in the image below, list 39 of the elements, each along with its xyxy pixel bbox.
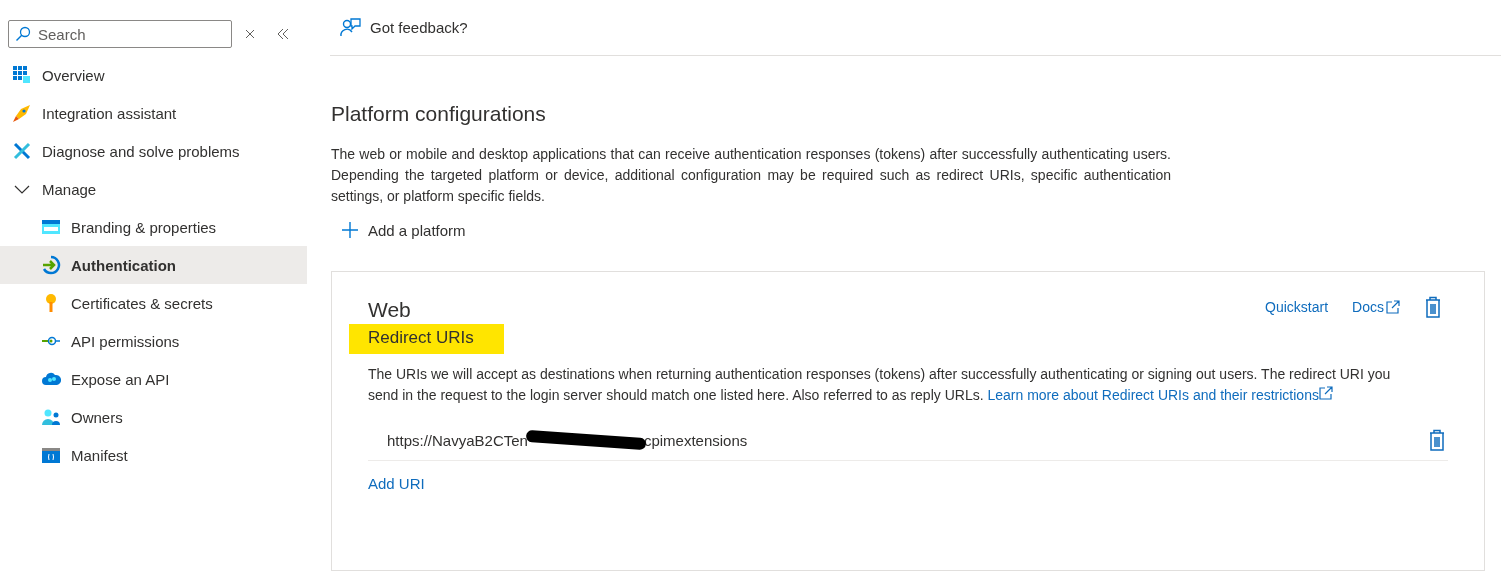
double-chevron-icon xyxy=(276,28,291,40)
grid-icon xyxy=(12,65,32,85)
section-heading: Redirect URIs xyxy=(349,324,504,354)
nav-item[interactable]: Authentication xyxy=(0,246,307,284)
rocket-icon xyxy=(12,103,32,123)
card-title: Web xyxy=(368,298,411,322)
nav-item[interactable]: Expose an API xyxy=(0,360,307,398)
nav-group[interactable]: Manage xyxy=(0,170,307,208)
page-title: Platform configurations xyxy=(331,102,547,126)
search-icon xyxy=(15,26,31,42)
external-link-icon xyxy=(1386,300,1400,314)
trash-icon xyxy=(1428,429,1446,451)
docs-link[interactable]: Docs xyxy=(1352,299,1400,315)
close-icon xyxy=(243,28,256,40)
nav-item[interactable]: Certificates & secrets xyxy=(0,284,307,322)
learn-more-link[interactable]: Learn more about Redirect URIs and their restrictions xyxy=(987,387,1333,403)
quickstart-link[interactable]: Quickstart xyxy=(1265,299,1329,315)
manifest-icon xyxy=(41,445,61,465)
uri-text: https://NavyaB2CTen cpimextensions xyxy=(387,431,748,449)
nav-item[interactable]: Manifest xyxy=(0,436,307,474)
add-uri-link[interactable]: Add URI xyxy=(368,475,425,492)
description-text: The web or mobile and desktop applications that can receive authentication responses (tokens) after successfully authenticating users. Depending the targeted platform or device, additional configuration may be required such as redirect URIs, specific authentication settings, or platform specific fields. xyxy=(331,145,1171,206)
add-platform-button[interactable]: Add a platform xyxy=(341,221,466,239)
people-icon xyxy=(41,407,61,427)
nav-item[interactable]: Branding & properties xyxy=(0,208,307,246)
feedback-button[interactable]: Got feedback? xyxy=(339,16,468,39)
nav-item[interactable]: Owners xyxy=(0,398,307,436)
trash-icon xyxy=(1424,296,1442,318)
section-text: The URIs we will accept as destinations when returning authentication responses (tokens) after successfully authenticating or signing out users. The redirect URI you send in the request to the login server should match one listed here. Also referred to as reply URLs. Learn more about Redirect URIs and their restrictions xyxy=(368,365,1392,405)
nav-item[interactable]: API permissions xyxy=(0,322,307,360)
nav-item[interactable]: Diagnose and solve problems xyxy=(0,132,307,170)
feedback-icon xyxy=(339,16,361,39)
search-field[interactable]: Search xyxy=(8,20,232,48)
browser-icon xyxy=(41,217,61,237)
plus-icon xyxy=(341,221,359,239)
nav-item[interactable]: Overview xyxy=(0,56,307,94)
sign-in-icon xyxy=(41,255,61,275)
nav-item[interactable]: Integration assistant xyxy=(0,94,307,132)
external-link-icon xyxy=(1318,386,1333,400)
